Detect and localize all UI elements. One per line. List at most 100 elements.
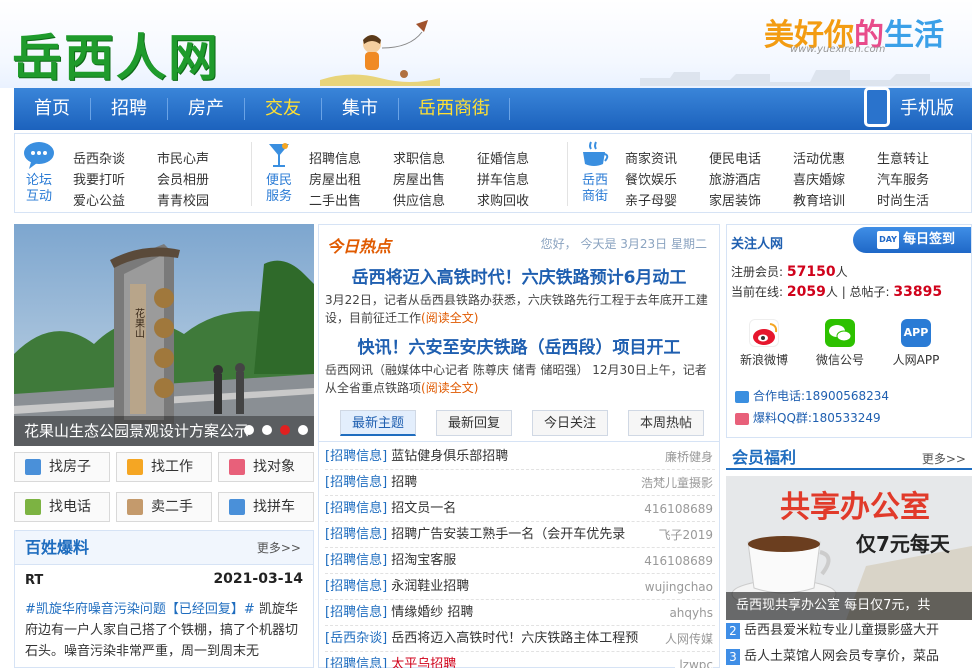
street-link[interactable]: 商家资讯 bbox=[625, 148, 677, 167]
service-link[interactable]: 征婚信息 bbox=[477, 148, 529, 167]
list-item[interactable]: [招聘信息] 情缘婚纱 招聘 ahqyhs bbox=[325, 600, 715, 626]
welfare-title[interactable]: 会员福利 bbox=[732, 444, 796, 468]
service-link[interactable]: 拼车信息 bbox=[477, 169, 529, 188]
topic-category[interactable]: [招聘信息] bbox=[325, 527, 387, 542]
nav-property[interactable]: 房产 bbox=[168, 88, 244, 130]
nav-jobs[interactable]: 招聘 bbox=[91, 88, 167, 130]
service-link[interactable]: 招聘信息 bbox=[309, 148, 361, 167]
quick-find-job[interactable]: 找工作 bbox=[116, 452, 212, 482]
tab-latest-topics[interactable]: 最新主题 bbox=[340, 410, 416, 436]
forum-link[interactable]: 青青校园 bbox=[157, 190, 209, 209]
baoliao-more-link[interactable]: 更多>> bbox=[257, 531, 301, 565]
baoliao-title[interactable]: 百姓爆料 bbox=[25, 531, 89, 565]
street-link[interactable]: 教育培训 bbox=[793, 190, 845, 209]
forum-link[interactable]: 市民心声 bbox=[157, 148, 209, 167]
forum-link[interactable]: 我要打听 bbox=[73, 169, 125, 188]
featured-slider[interactable]: 花果山 花果山生态公园景观设计方案公示 bbox=[14, 224, 314, 446]
baoliao-tag[interactable]: #凯旋华府噪音污染问题【已经回复】# bbox=[25, 602, 255, 617]
street-icon-block[interactable]: 岳西 商街 bbox=[575, 140, 615, 205]
service-link[interactable]: 房屋出租 bbox=[309, 169, 361, 188]
tab-today-focus[interactable]: 今日关注 bbox=[532, 410, 608, 436]
qq-group[interactable]: 爆料QQ群:180533249 bbox=[735, 409, 881, 426]
slider-dot[interactable] bbox=[262, 425, 272, 435]
service-link[interactable]: 二手出售 bbox=[309, 190, 361, 209]
topic-title[interactable]: 蓝钻健身俱乐部招聘 bbox=[391, 449, 508, 464]
nav-dating[interactable]: 交友 bbox=[245, 88, 321, 130]
welfare-item-text[interactable]: 岳人土菜馆人网会员专享价，菜品 bbox=[744, 649, 939, 664]
baoliao-text[interactable]: #凯旋华府噪音污染问题【已经回复】# 凯旋华府边有一户人家自己搭了个铁棚，搞了个… bbox=[25, 599, 307, 662]
baoliao-user[interactable]: RT bbox=[25, 573, 43, 588]
list-item[interactable]: [招聘信息] 永润鞋业招聘 wujingchao bbox=[325, 574, 715, 600]
headline-1[interactable]: 岳西将迈入高铁时代！六庆铁路预计6月动工 bbox=[319, 263, 719, 288]
list-item[interactable]: [招聘信息] 招文员一名 416108689 bbox=[325, 496, 715, 522]
quick-find-phone[interactable]: 找电话 bbox=[14, 492, 110, 522]
list-item[interactable]: [招聘信息] 招淘宝客服 416108689 bbox=[325, 548, 715, 574]
topic-author[interactable]: 浩梵儿童摄影 bbox=[636, 470, 713, 495]
service-link[interactable]: 求购回收 bbox=[477, 190, 529, 209]
topic-title[interactable]: 招聘 bbox=[391, 475, 417, 490]
street-link[interactable]: 时尚生活 bbox=[877, 190, 929, 209]
topic-title[interactable]: 招聘广告安装工熟手一名（会开车优先录 bbox=[391, 527, 625, 542]
topic-title[interactable]: 情缘婚纱 招聘 bbox=[391, 605, 473, 620]
cooperation-phone[interactable]: 合作电话:18900568234 bbox=[735, 387, 889, 404]
nav-home[interactable]: 首页 bbox=[14, 88, 90, 130]
street-link[interactable]: 家居装饰 bbox=[709, 190, 761, 209]
quick-find-house[interactable]: 找房子 bbox=[14, 452, 110, 482]
street-link[interactable]: 活动优惠 bbox=[793, 148, 845, 167]
topic-title[interactable]: 岳西将迈入高铁时代！六庆铁路主体工程预 bbox=[391, 631, 638, 646]
topic-title[interactable]: 招文员一名 bbox=[391, 501, 456, 516]
read-more-link[interactable]: (阅读全文) bbox=[421, 311, 478, 325]
list-item[interactable]: [招聘信息] 招聘 浩梵儿童摄影 bbox=[325, 470, 715, 496]
forum-icon-block[interactable]: 论坛 互动 bbox=[19, 140, 59, 205]
list-item[interactable]: [招聘信息] 蓝钻健身俱乐部招聘 廉桥健身 bbox=[325, 444, 715, 470]
mobile-version-link[interactable]: 手机版 bbox=[864, 87, 954, 130]
slider-dot-active[interactable] bbox=[280, 425, 290, 435]
ad-caption[interactable]: 岳西现共享办公室 每日仅7元，共 bbox=[726, 592, 972, 620]
street-link[interactable]: 旅游酒店 bbox=[709, 169, 761, 188]
read-more-link[interactable]: (阅读全文) bbox=[421, 381, 478, 395]
quick-find-carpool[interactable]: 找拼车 bbox=[218, 492, 314, 522]
forum-link[interactable]: 爱心公益 bbox=[73, 190, 125, 209]
street-link[interactable]: 喜庆婚嫁 bbox=[793, 169, 845, 188]
topic-author[interactable]: 廉桥健身 bbox=[660, 444, 713, 469]
wechat-link[interactable]: 微信公号 bbox=[805, 319, 875, 368]
welfare-item-text[interactable]: 岳西县爱米粒专业儿童摄影盛大开 bbox=[744, 623, 939, 638]
list-item[interactable]: [岳西杂谈] 岳西将迈入高铁时代！六庆铁路主体工程预 人网传媒 bbox=[325, 626, 715, 652]
service-link[interactable]: 供应信息 bbox=[393, 190, 445, 209]
topic-author[interactable]: 飞子2019 bbox=[654, 522, 713, 547]
topic-category[interactable]: [招聘信息] bbox=[325, 553, 387, 568]
topic-category[interactable]: [招聘信息] bbox=[325, 605, 387, 620]
quick-find-partner[interactable]: 找对象 bbox=[218, 452, 314, 482]
list-item[interactable]: [招聘信息] 太平乌招聘 lzwpc bbox=[325, 652, 715, 668]
topic-category[interactable]: [招聘信息] bbox=[325, 449, 387, 464]
topic-category[interactable]: [岳西杂谈] bbox=[325, 631, 387, 646]
topic-title[interactable]: 招淘宝客服 bbox=[391, 553, 456, 568]
street-link[interactable]: 生意转让 bbox=[877, 148, 929, 167]
topic-author[interactable]: 416108689 bbox=[640, 496, 713, 521]
app-link[interactable]: APP 人网APP bbox=[881, 319, 951, 368]
street-link[interactable]: 亲子母婴 bbox=[625, 190, 677, 209]
slider-dot[interactable] bbox=[298, 425, 308, 435]
topic-author[interactable]: lzwpc bbox=[675, 652, 713, 668]
welfare-ad-banner[interactable]: 共享办公室 仅7元每天 岳西现共享办公室 每日仅7元，共 bbox=[726, 476, 972, 620]
service-link[interactable]: 求职信息 bbox=[393, 148, 445, 167]
topic-title[interactable]: 永润鞋业招聘 bbox=[391, 579, 469, 594]
topic-title[interactable]: 太平乌招聘 bbox=[391, 657, 456, 668]
welfare-more-link[interactable]: 更多>> bbox=[922, 450, 966, 467]
nav-street[interactable]: 岳西商街 bbox=[399, 88, 509, 130]
street-link[interactable]: 餐饮娱乐 bbox=[625, 169, 677, 188]
street-link[interactable]: 汽车服务 bbox=[877, 169, 929, 188]
forum-link[interactable]: 岳西杂谈 bbox=[73, 148, 125, 167]
forum-link[interactable]: 会员相册 bbox=[157, 169, 209, 188]
tab-weekly-hot[interactable]: 本周热帖 bbox=[628, 410, 704, 436]
topic-category[interactable]: [招聘信息] bbox=[325, 657, 387, 668]
list-item[interactable]: 2 岳西县爱米粒专业儿童摄影盛大开 bbox=[726, 620, 972, 642]
service-link[interactable]: 房屋出售 bbox=[393, 169, 445, 188]
daily-signin-button[interactable]: DAY 每日签到 bbox=[853, 227, 971, 253]
topic-author[interactable]: ahqyhs bbox=[665, 600, 713, 625]
site-logo[interactable]: 岳西人网 bbox=[12, 18, 220, 90]
nav-market[interactable]: 集市 bbox=[322, 88, 398, 130]
street-link[interactable]: 便民电话 bbox=[709, 148, 761, 167]
list-item[interactable]: [招聘信息] 招聘广告安装工熟手一名（会开车优先录 飞子2019 bbox=[325, 522, 715, 548]
topic-author[interactable]: wujingchao bbox=[640, 574, 713, 599]
